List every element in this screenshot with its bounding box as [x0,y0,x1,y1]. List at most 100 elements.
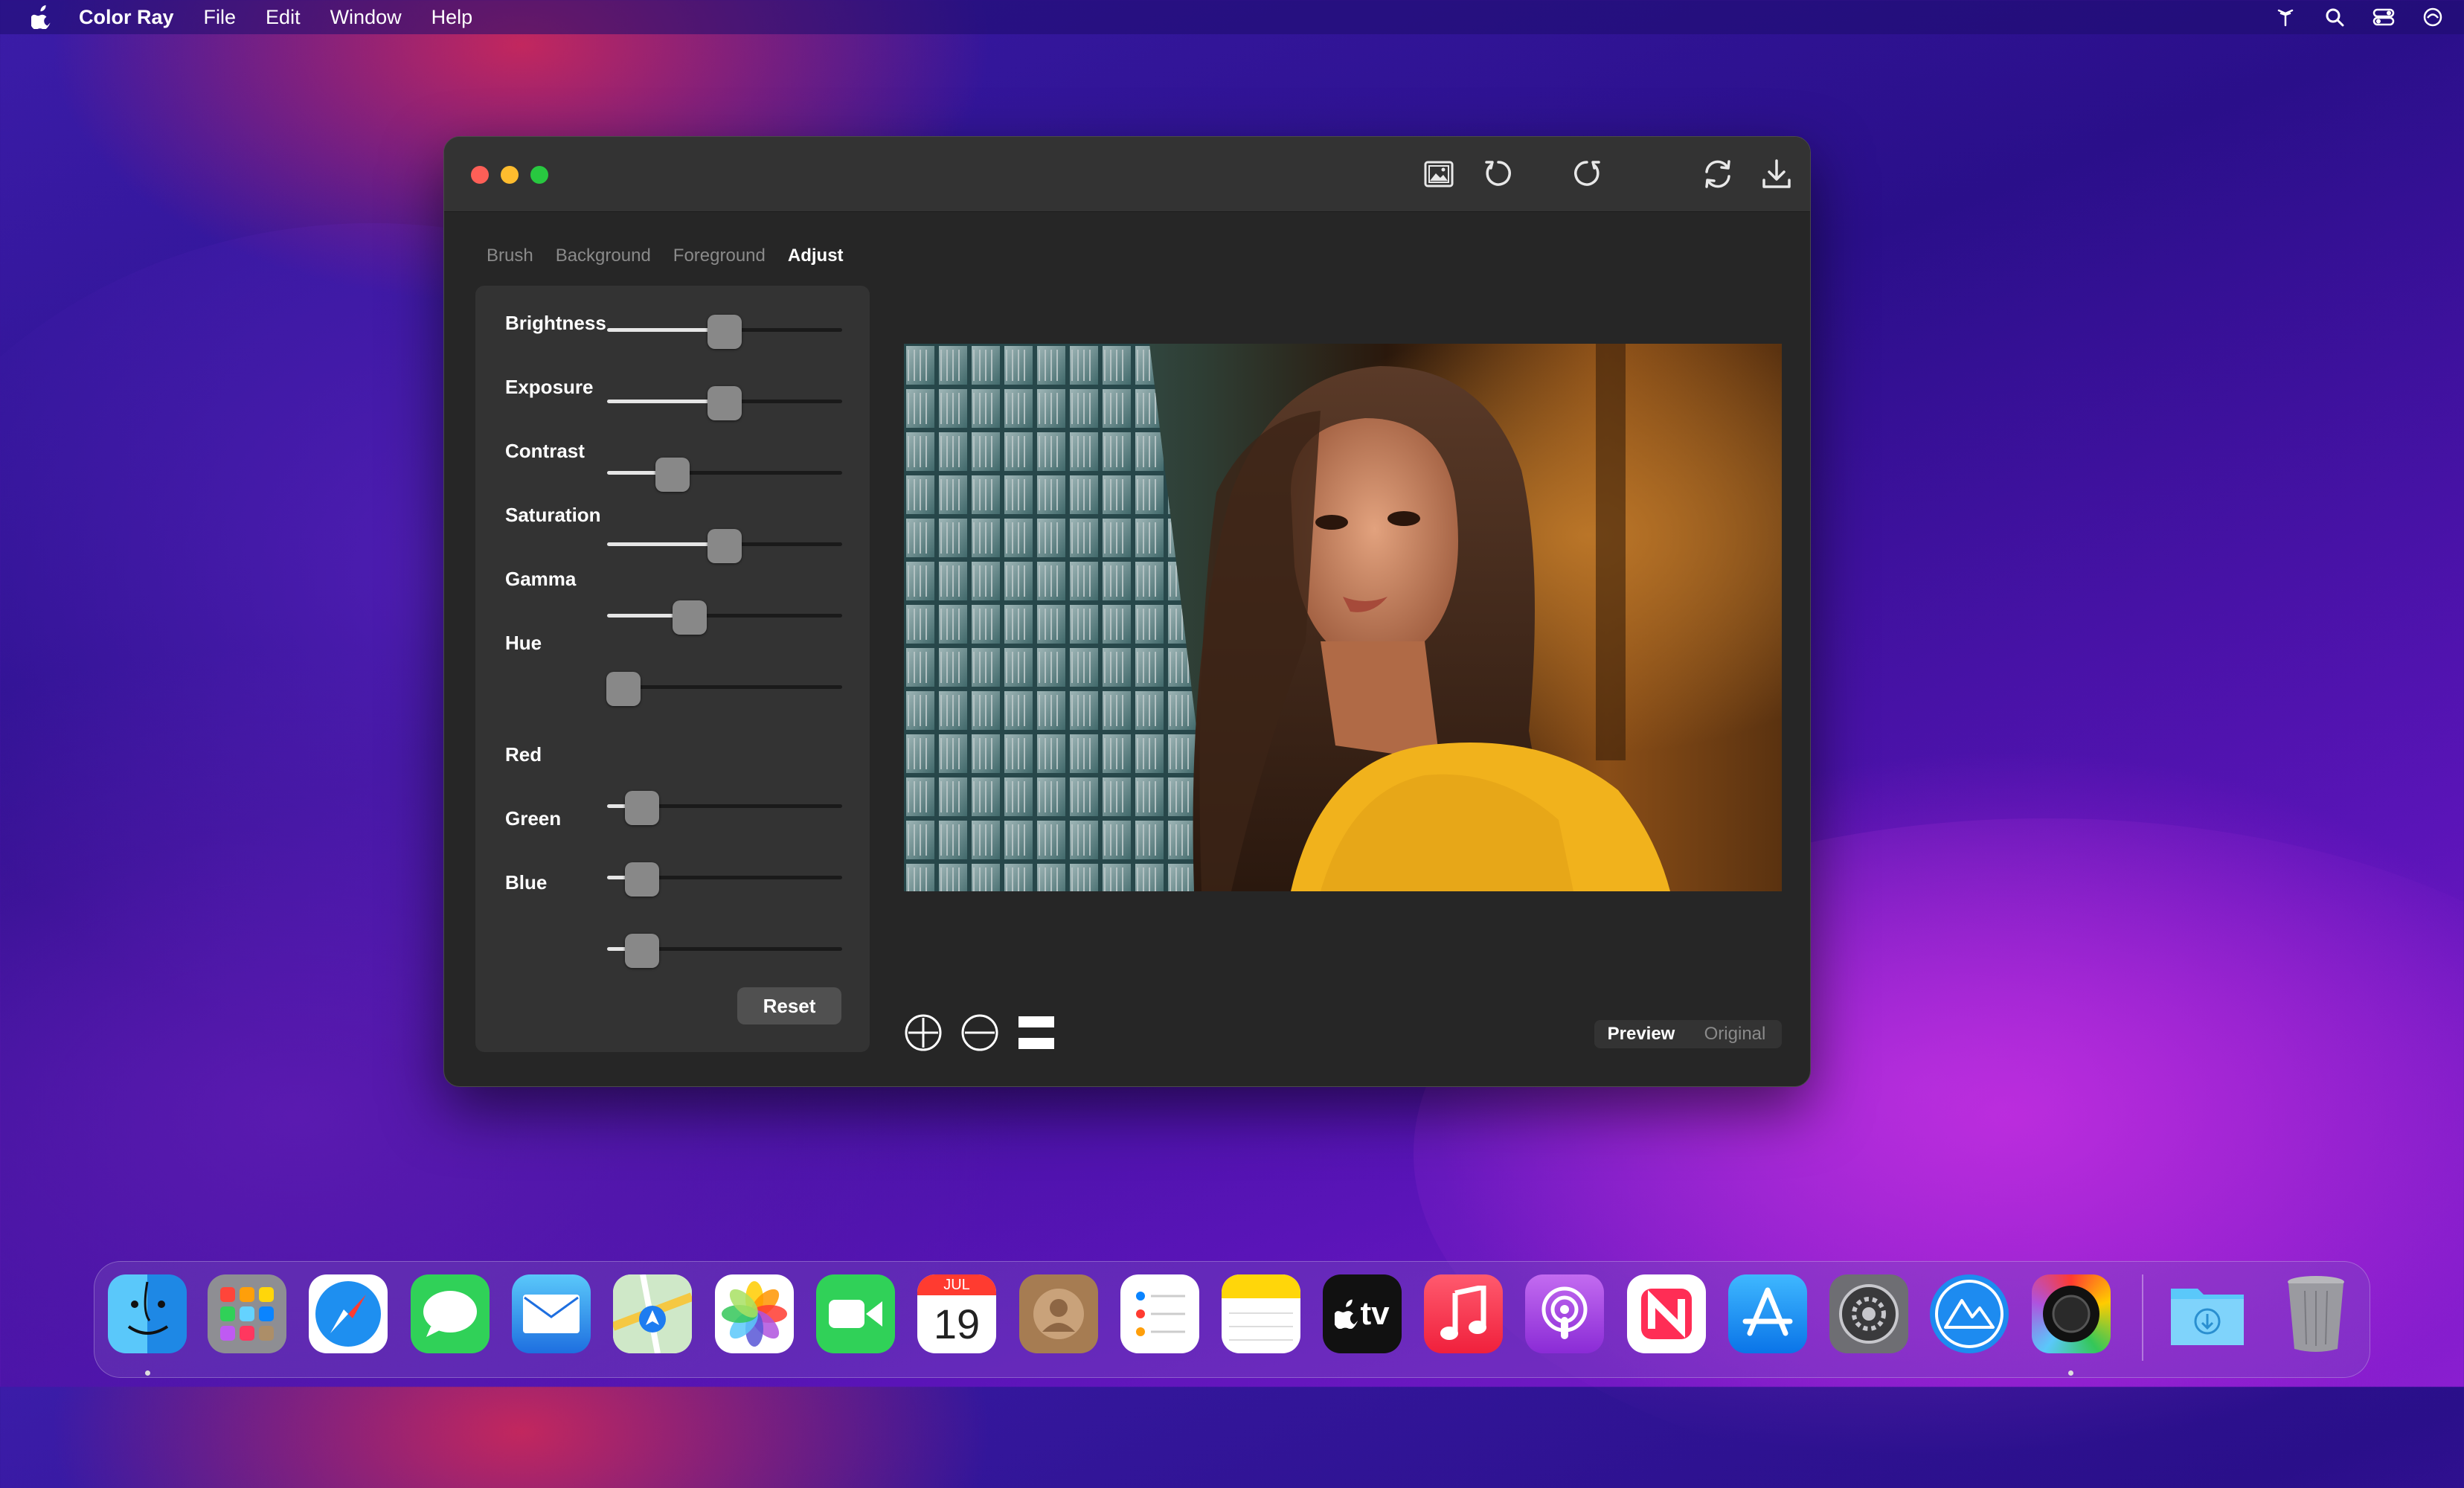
exposure-slider[interactable] [607,386,842,420]
rotate-left-icon[interactable] [1480,155,1517,193]
running-indicator-color-ray [2068,1370,2073,1376]
menu-window[interactable]: Window [330,6,402,29]
zoom-in-icon[interactable] [904,1013,943,1052]
map-icon [613,1274,692,1353]
hue-slider[interactable] [606,672,842,706]
apple-logo-icon [1335,1299,1358,1329]
contacts-person-icon [1033,1289,1084,1339]
saturation-label: Saturation [505,504,601,526]
contrast-label: Contrast [505,440,585,462]
calendar-month: JUL [917,1274,996,1295]
dock-launchpad[interactable] [208,1274,286,1353]
brightness-label: Brightness [505,312,606,334]
slider-knob[interactable] [625,934,659,968]
split-view-icon[interactable] [1017,1013,1056,1052]
menu-help[interactable]: Help [431,6,473,29]
menu-edit[interactable]: Edit [266,6,301,29]
reset-button[interactable]: Reset [737,987,841,1024]
image-icon[interactable] [1420,155,1457,193]
image-preview[interactable] [904,344,1782,891]
brightness-slider[interactable] [607,315,842,349]
dock-mail[interactable] [512,1274,591,1353]
dock-downloads-folder[interactable] [2168,1274,2247,1353]
running-indicator-finder [145,1370,150,1376]
dock-messages[interactable] [411,1274,490,1353]
dock-reminders[interactable] [1120,1274,1199,1353]
tab-adjust[interactable]: Adjust [777,241,855,274]
slider-knob[interactable] [708,315,742,349]
slider-knob[interactable] [606,672,641,706]
dock-color-ray[interactable] [2032,1274,2111,1353]
dock-contacts[interactable] [1019,1274,1098,1353]
siri-icon[interactable] [2419,4,2446,31]
slider-knob[interactable] [625,862,659,897]
dock-tv[interactable]: tv [1323,1274,1402,1353]
reminders-list-icon [1136,1292,1185,1336]
notes-pad-icon [1222,1274,1300,1341]
slider-knob[interactable] [625,791,659,825]
dock-music[interactable] [1424,1274,1503,1353]
control-center-icon[interactable] [2370,4,2397,31]
minimize-button[interactable] [501,166,519,184]
preview-toggle[interactable]: Preview [1594,1024,1688,1045]
exposure-label: Exposure [505,376,594,398]
slider-knob[interactable] [655,458,690,492]
message-bubble-icon [423,1291,477,1337]
dock-safari[interactable] [309,1274,388,1353]
saturation-slider[interactable] [607,529,842,563]
dock-altitude[interactable] [1930,1274,2009,1353]
finder-icon [127,1281,169,1335]
menu-file[interactable]: File [204,6,237,29]
slider-knob[interactable] [708,529,742,563]
apple-menu-icon[interactable] [27,2,57,32]
downloads-folder-icon [2171,1289,2244,1345]
title-bar [444,137,1810,212]
tab-foreground[interactable]: Foreground [662,241,777,274]
search-icon[interactable] [2321,4,2348,31]
app-store-icon [1742,1287,1793,1336]
dock-news[interactable] [1627,1274,1706,1353]
dock-calendar[interactable]: JUL 19 [917,1274,996,1353]
dock-podcasts[interactable] [1525,1274,1604,1353]
green-slider[interactable] [607,862,842,897]
dock-finder[interactable] [108,1274,187,1353]
wifi-icon[interactable] [2272,4,2299,31]
refresh-icon[interactable] [1699,155,1736,193]
download-icon[interactable] [1758,155,1795,193]
music-note-icon [1440,1286,1486,1340]
tab-background[interactable]: Background [545,241,662,274]
dock-system-preferences[interactable] [1829,1274,1908,1353]
original-toggle[interactable]: Original [1688,1024,1782,1045]
mode-tabs: Brush Background Foreground Adjust [475,241,855,274]
preview-original-toggle: Preview Original [1594,1020,1782,1048]
dock-app-store[interactable] [1728,1274,1807,1353]
gamma-slider[interactable] [607,600,842,635]
dock-notes[interactable] [1222,1274,1300,1353]
gear-icon [1839,1284,1899,1344]
zoom-out-icon[interactable] [960,1013,999,1052]
dock-maps[interactable] [613,1274,692,1353]
lens-icon [2043,1286,2099,1342]
app-window: Brush Background Foreground Adjust Brigh… [443,136,1811,1087]
dock-photos[interactable] [715,1274,794,1353]
dock-separator [2142,1274,2143,1361]
red-slider[interactable] [607,791,842,825]
envelope-icon [523,1295,580,1333]
menu-app-name[interactable]: Color Ray [79,6,174,29]
launchpad-icon [220,1287,274,1341]
contrast-slider[interactable] [607,458,842,492]
dock-facetime[interactable] [816,1274,895,1353]
podcast-icon [1541,1286,1588,1339]
hue-label: Hue [505,632,542,654]
blue-label: Blue [505,871,548,894]
tab-brush[interactable]: Brush [475,241,545,274]
zoom-button[interactable] [530,166,548,184]
close-button[interactable] [471,166,489,184]
rotate-right-icon[interactable] [1568,155,1605,193]
slider-knob[interactable] [708,386,742,420]
slider-knob[interactable] [673,600,707,635]
green-label: Green [505,807,562,830]
blue-slider[interactable] [607,934,842,968]
dock-trash[interactable] [2277,1274,2355,1353]
red-label: Red [505,743,542,766]
